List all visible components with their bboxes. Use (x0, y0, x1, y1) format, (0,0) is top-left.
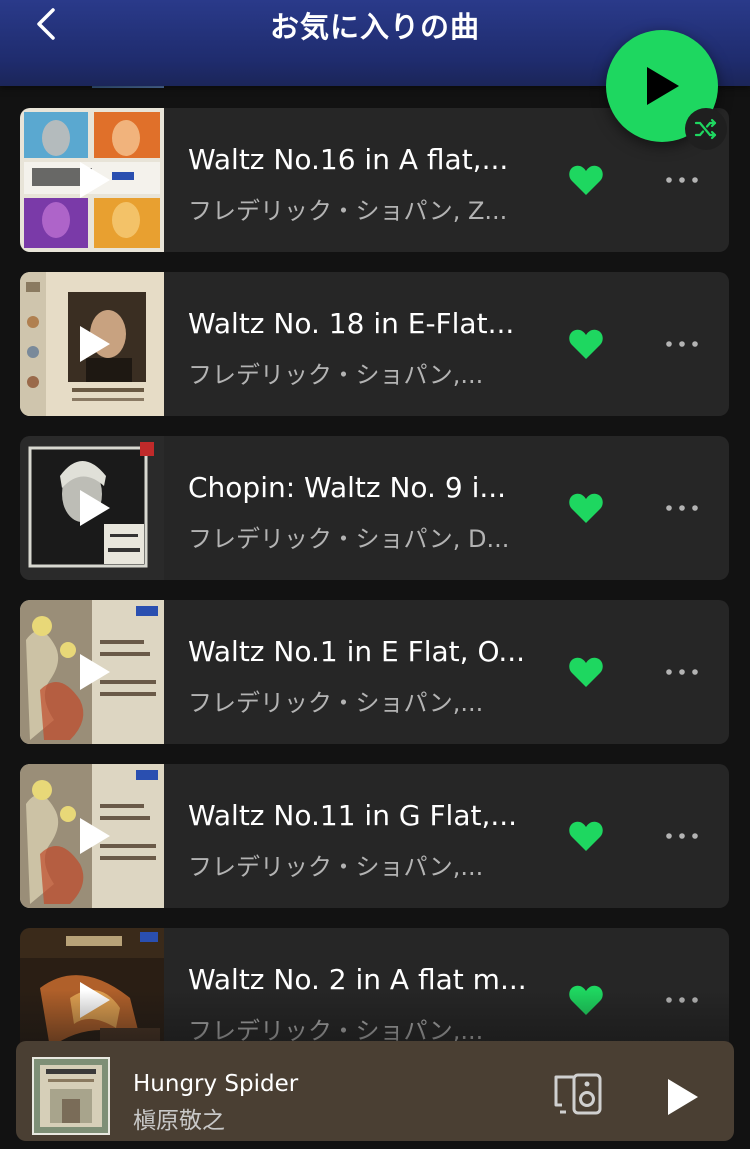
speaker-device-icon[interactable] (552, 1071, 606, 1117)
play-overlay-icon[interactable] (78, 816, 112, 856)
play-icon[interactable] (660, 1075, 704, 1119)
shuffle-icon (694, 118, 717, 140)
more-options-button[interactable] (660, 818, 704, 854)
more-dots-icon (666, 669, 698, 675)
more-options-button[interactable] (660, 654, 704, 690)
play-overlay-icon[interactable] (78, 324, 112, 364)
album-art (20, 436, 164, 580)
more-dots-icon (666, 505, 698, 511)
track-row[interactable]: Waltz No.16 in A flat,... フレデリック・ショパン, Z… (20, 108, 729, 252)
track-row[interactable]: Waltz No.1 in E Flat, O... フレデリック・ショパン,.… (20, 600, 729, 744)
play-overlay-icon[interactable] (78, 160, 112, 200)
track-title: Waltz No.1 in E Flat, O... (188, 635, 526, 668)
track-title: Waltz No.16 in A flat,... (188, 143, 509, 176)
more-options-button[interactable] (660, 326, 704, 362)
more-dots-icon (666, 341, 698, 347)
more-dots-icon (666, 833, 698, 839)
liked-heart-icon[interactable] (568, 983, 604, 1017)
track-title: Waltz No.11 in G Flat,... (188, 799, 518, 832)
shuffle-button[interactable] (685, 108, 727, 150)
play-overlay-icon[interactable] (78, 488, 112, 528)
track-title: Waltz No. 2 in A flat m... (188, 963, 527, 996)
liked-heart-icon[interactable] (568, 163, 604, 197)
liked-heart-icon[interactable] (568, 655, 604, 689)
track-row[interactable]: Waltz No. 18 in E-Flat... フレデリック・ショパン,..… (20, 272, 729, 416)
track-title: Chopin: Waltz No. 9 i... (188, 471, 507, 504)
track-artist: フレデリック・ショパン,... (188, 853, 484, 881)
liked-heart-icon[interactable] (568, 491, 604, 525)
track-artist: フレデリック・ショパン, Z... (188, 197, 508, 225)
now-playing-title: Hungry Spider (133, 1071, 299, 1097)
liked-heart-icon[interactable] (568, 819, 604, 853)
now-playing-artist: 槇原敬之 (133, 1108, 225, 1134)
more-options-button[interactable] (660, 490, 704, 526)
now-playing-bar[interactable]: Hungry Spider 槇原敬之 (16, 1041, 734, 1141)
liked-heart-icon[interactable] (568, 327, 604, 361)
more-options-button[interactable] (660, 982, 704, 1018)
more-dots-icon (666, 997, 698, 1003)
more-dots-icon (666, 177, 698, 183)
play-overlay-icon[interactable] (78, 652, 112, 692)
track-list: Waltz No.16 in A flat,... フレデリック・ショパン, Z… (0, 0, 750, 1149)
track-row[interactable]: Chopin: Waltz No. 9 i... フレデリック・ショパン, D.… (20, 436, 729, 580)
now-playing-album-art (32, 1057, 110, 1135)
track-artist: フレデリック・ショパン,... (188, 361, 484, 389)
album-art (20, 272, 164, 416)
album-art (20, 600, 164, 744)
play-overlay-icon[interactable] (78, 980, 112, 1020)
album-art (20, 108, 164, 252)
track-artist: フレデリック・ショパン,... (188, 689, 484, 717)
more-options-button[interactable] (660, 162, 704, 198)
track-title: Waltz No. 18 in E-Flat... (188, 307, 515, 340)
album-art (20, 764, 164, 908)
track-row[interactable]: Waltz No.11 in G Flat,... フレデリック・ショパン,..… (20, 764, 729, 908)
track-artist: フレデリック・ショパン, D... (188, 525, 510, 553)
play-icon (647, 67, 679, 105)
